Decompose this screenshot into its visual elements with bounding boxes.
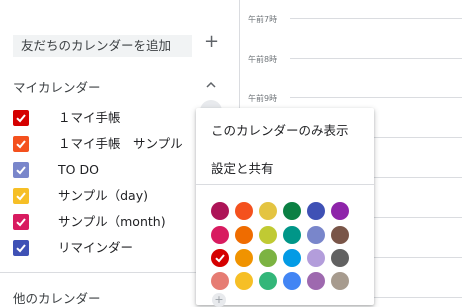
- calendar-checkbox[interactable]: [13, 162, 29, 178]
- calendar-label: TO DO: [58, 162, 99, 177]
- menu-divider: [196, 184, 374, 185]
- hour-line: [290, 18, 462, 19]
- calendar-checkbox[interactable]: [13, 240, 29, 256]
- color-swatch[interactable]: [259, 249, 277, 267]
- color-swatch[interactable]: [283, 272, 301, 290]
- settings-and-sharing[interactable]: 設定と共有: [211, 158, 274, 177]
- calendar-checkbox[interactable]: [13, 214, 29, 230]
- hour-label-9am: 午前9時: [248, 94, 278, 103]
- calendar-checkbox[interactable]: [13, 188, 29, 204]
- check-icon: [16, 218, 26, 227]
- color-swatch[interactable]: [211, 226, 229, 244]
- add-friend-calendar-input[interactable]: 友だちのカレンダーを追加: [13, 35, 192, 57]
- color-swatch[interactable]: [259, 202, 277, 220]
- color-swatch[interactable]: [283, 226, 301, 244]
- calendar-options-menu: このカレンダーのみ表示 設定と共有 +: [196, 108, 374, 307]
- check-icon: [16, 244, 26, 253]
- add-calendar-plus-icon[interactable]: +: [204, 33, 219, 51]
- color-swatch[interactable]: [235, 226, 253, 244]
- calendar-label: １マイ手帳: [58, 110, 121, 125]
- calendar-checkbox[interactable]: [13, 110, 29, 126]
- color-swatch[interactable]: [235, 272, 253, 290]
- color-swatch[interactable]: [307, 226, 325, 244]
- chevron-up-icon[interactable]: [205, 79, 217, 91]
- hour-label-7am: 午前7時: [248, 15, 278, 24]
- add-friend-calendar-row[interactable]: 友だちのカレンダーを追加: [13, 35, 195, 57]
- check-icon: [215, 254, 225, 263]
- calendar-checkbox[interactable]: [13, 136, 29, 152]
- hour-line: [290, 58, 462, 59]
- color-swatch[interactable]: [331, 249, 349, 267]
- color-swatch[interactable]: [211, 249, 229, 267]
- calendar-label: サンプル（month): [58, 214, 166, 229]
- color-swatch[interactable]: [259, 272, 277, 290]
- check-icon: [16, 114, 26, 123]
- color-swatch[interactable]: [283, 249, 301, 267]
- color-swatch[interactable]: [235, 202, 253, 220]
- color-swatch[interactable]: [211, 272, 229, 290]
- calendar-label: １マイ手帳 サンプル: [58, 136, 183, 151]
- check-icon: [16, 166, 26, 175]
- color-swatch[interactable]: [283, 202, 301, 220]
- color-swatch[interactable]: [331, 272, 349, 290]
- color-swatch[interactable]: [307, 202, 325, 220]
- hour-label-8am: 午前8時: [248, 55, 278, 64]
- other-calendars-title[interactable]: 他のカレンダー: [13, 288, 101, 307]
- color-swatch[interactable]: [331, 226, 349, 244]
- color-swatch[interactable]: [259, 226, 277, 244]
- check-icon: [16, 140, 26, 149]
- color-swatch[interactable]: [307, 249, 325, 267]
- calendar-label: リマインダー: [58, 240, 134, 255]
- show-only-this-calendar[interactable]: このカレンダーのみ表示: [211, 120, 349, 139]
- my-calendars-title[interactable]: マイカレンダー: [13, 77, 101, 96]
- calendar-label: サンプル（day): [58, 188, 148, 203]
- color-swatch[interactable]: [235, 249, 253, 267]
- color-swatch[interactable]: [331, 202, 349, 220]
- check-icon: [16, 192, 26, 201]
- color-swatch[interactable]: [211, 202, 229, 220]
- color-swatch[interactable]: [307, 272, 325, 290]
- hour-line: [290, 97, 462, 98]
